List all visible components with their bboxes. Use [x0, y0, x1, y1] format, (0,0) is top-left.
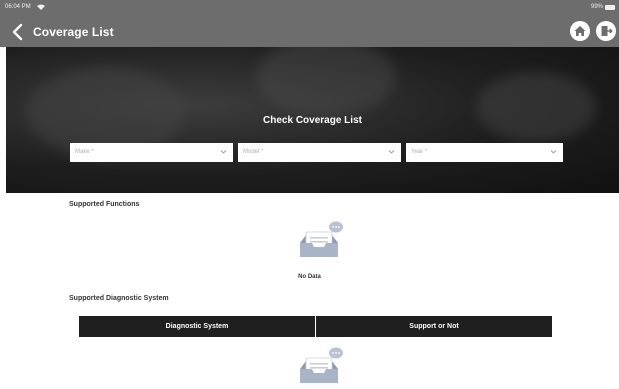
model-select[interactable]: Model * — [238, 143, 401, 162]
supported-functions-heading: Supported Functions — [69, 201, 140, 208]
wifi-icon — [37, 4, 45, 10]
battery-level: 99% — [590, 4, 603, 10]
back-button[interactable] — [10, 23, 26, 41]
home-button[interactable] — [570, 21, 590, 41]
coverage-search-panel: Check Coverage List Make * Model * Year … — [6, 47, 619, 193]
home-icon — [574, 26, 586, 36]
page-title: Coverage List — [33, 25, 114, 39]
background-image-shade — [256, 47, 396, 117]
exit-button[interactable] — [596, 21, 616, 41]
make-placeholder: Make * — [75, 149, 94, 155]
diagnostic-table-header: Diagnostic System Support or Not — [79, 316, 552, 337]
no-data-icon — [300, 347, 343, 383]
status-time: 06:04 PM — [5, 4, 31, 10]
battery-icon — [605, 5, 615, 10]
column-header-diagnostic-system: Diagnostic System — [165, 323, 229, 330]
no-data-icon — [300, 221, 343, 257]
chevron-down-icon — [550, 150, 557, 154]
chevron-down-icon — [220, 150, 227, 154]
model-placeholder: Model * — [243, 149, 264, 155]
app-bar: 06:04 PM 99% Coverage List — [0, 0, 619, 47]
column-header-support-or-not: Support or Not — [315, 316, 552, 337]
no-data-text: No Data — [298, 274, 321, 280]
year-select[interactable]: Year * — [406, 143, 563, 162]
exit-icon — [601, 26, 613, 36]
supported-diagnostic-heading: Supported Diagnostic System — [69, 295, 169, 302]
check-coverage-title: Check Coverage List — [263, 115, 362, 126]
status-bar: 06:04 PM 99% — [0, 0, 619, 16]
background-image-highlight — [476, 72, 596, 142]
year-placeholder: Year * — [411, 149, 428, 155]
make-select[interactable]: Make * — [70, 143, 233, 162]
chevron-down-icon — [388, 150, 395, 154]
